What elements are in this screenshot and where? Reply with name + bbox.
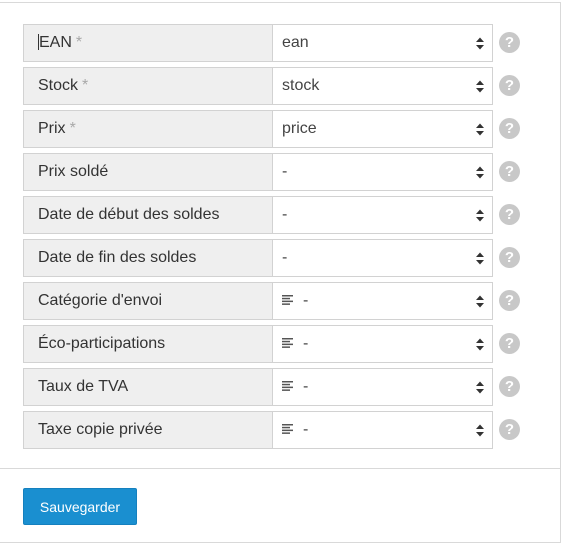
list-lines-icon xyxy=(282,423,293,434)
sort-caret-icon xyxy=(476,80,484,93)
field-label-text: Date de début des soldes xyxy=(38,206,220,223)
field-label-text: Prix soldé xyxy=(38,163,109,180)
field-label-text: Taux de TVA xyxy=(38,378,129,395)
select-value: - xyxy=(303,378,309,395)
field-label-eco-participations: Éco-participations xyxy=(23,325,273,363)
select-value: price xyxy=(282,120,317,137)
select-value: - xyxy=(303,421,309,438)
field-label-text: Stock xyxy=(38,77,79,94)
help-icon[interactable]: ? xyxy=(499,161,520,182)
help-icon[interactable]: ? xyxy=(499,247,520,268)
sort-caret-icon xyxy=(476,424,484,437)
sort-caret-icon xyxy=(476,209,484,222)
field-label-categorie-envoi: Catégorie d'envoi xyxy=(23,282,273,320)
select-value: - xyxy=(303,292,309,309)
select-value: - xyxy=(282,163,288,180)
field-select-date-debut-soldes[interactable]: - xyxy=(273,196,493,234)
help-icon[interactable]: ? xyxy=(499,118,520,139)
field-select-taux-tva[interactable]: - xyxy=(273,368,493,406)
footer-divider xyxy=(0,468,561,469)
field-select-stock[interactable]: stock xyxy=(273,67,493,105)
field-label-date-fin-soldes: Date de fin des soldes xyxy=(23,239,273,277)
field-row-categorie-envoi: Catégorie d'envoi - ? xyxy=(23,282,543,320)
field-select-categorie-envoi[interactable]: - xyxy=(273,282,493,320)
field-label-prix-solde: Prix soldé xyxy=(23,153,273,191)
help-icon[interactable]: ? xyxy=(499,333,520,354)
text-cursor xyxy=(38,33,39,50)
sort-caret-icon xyxy=(476,37,484,50)
field-row-date-fin-soldes: Date de fin des soldes - ? xyxy=(23,239,543,277)
select-value: stock xyxy=(282,77,320,94)
sort-caret-icon xyxy=(476,123,484,136)
field-row-stock: Stock * stock ? xyxy=(23,67,543,105)
field-label-text: Date de fin des soldes xyxy=(38,249,197,266)
field-label-text: Prix xyxy=(38,120,66,137)
sort-caret-icon xyxy=(476,252,484,265)
sort-caret-icon xyxy=(476,381,484,394)
field-select-taxe-copie-privee[interactable]: - xyxy=(273,411,493,449)
list-lines-icon xyxy=(282,294,293,305)
sort-caret-icon xyxy=(476,166,484,179)
field-row-date-debut-soldes: Date de début des soldes - ? xyxy=(23,196,543,234)
field-row-taux-tva: Taux de TVA - ? xyxy=(23,368,543,406)
field-label-taux-tva: Taux de TVA xyxy=(23,368,273,406)
field-label-date-debut-soldes: Date de début des soldes xyxy=(23,196,273,234)
field-select-date-fin-soldes[interactable]: - xyxy=(273,239,493,277)
required-marker: * xyxy=(82,77,89,94)
required-marker: * xyxy=(75,34,83,51)
help-icon[interactable]: ? xyxy=(499,419,520,440)
list-lines-icon xyxy=(282,337,293,348)
field-select-prix-solde[interactable]: - xyxy=(273,153,493,191)
list-lines-icon xyxy=(282,380,293,391)
field-row-eco-participations: Éco-participations - ? xyxy=(23,325,543,363)
field-label-text: EAN xyxy=(39,34,72,51)
sort-caret-icon xyxy=(476,295,484,308)
select-value: - xyxy=(282,249,288,266)
field-label-taxe-copie-privee: Taxe copie privée xyxy=(23,411,273,449)
help-icon[interactable]: ? xyxy=(499,75,520,96)
sort-caret-icon xyxy=(476,338,484,351)
field-select-prix[interactable]: price xyxy=(273,110,493,148)
field-select-ean[interactable]: ean xyxy=(273,24,493,62)
select-value: - xyxy=(282,206,288,223)
help-icon[interactable]: ? xyxy=(499,290,520,311)
help-icon[interactable]: ? xyxy=(499,32,520,53)
save-button[interactable]: Sauvegarder xyxy=(23,488,137,525)
field-row-ean: EAN * ean ? xyxy=(23,24,543,62)
required-marker: * xyxy=(69,120,76,137)
help-icon[interactable]: ? xyxy=(499,376,520,397)
field-select-eco-participations[interactable]: - xyxy=(273,325,493,363)
field-row-prix-solde: Prix soldé - ? xyxy=(23,153,543,191)
select-value: ean xyxy=(282,34,309,51)
field-label-ean: EAN * xyxy=(23,24,273,62)
field-label-text: Taxe copie privée xyxy=(38,421,163,438)
field-label-text: Éco-participations xyxy=(38,335,166,352)
field-row-taxe-copie-privee: Taxe copie privée - ? xyxy=(23,411,543,449)
field-row-prix: Prix * price ? xyxy=(23,110,543,148)
help-icon[interactable]: ? xyxy=(499,204,520,225)
field-label-text: Catégorie d'envoi xyxy=(38,292,163,309)
field-label-stock: Stock * xyxy=(23,67,273,105)
select-value: - xyxy=(303,335,309,352)
field-label-prix: Prix * xyxy=(23,110,273,148)
